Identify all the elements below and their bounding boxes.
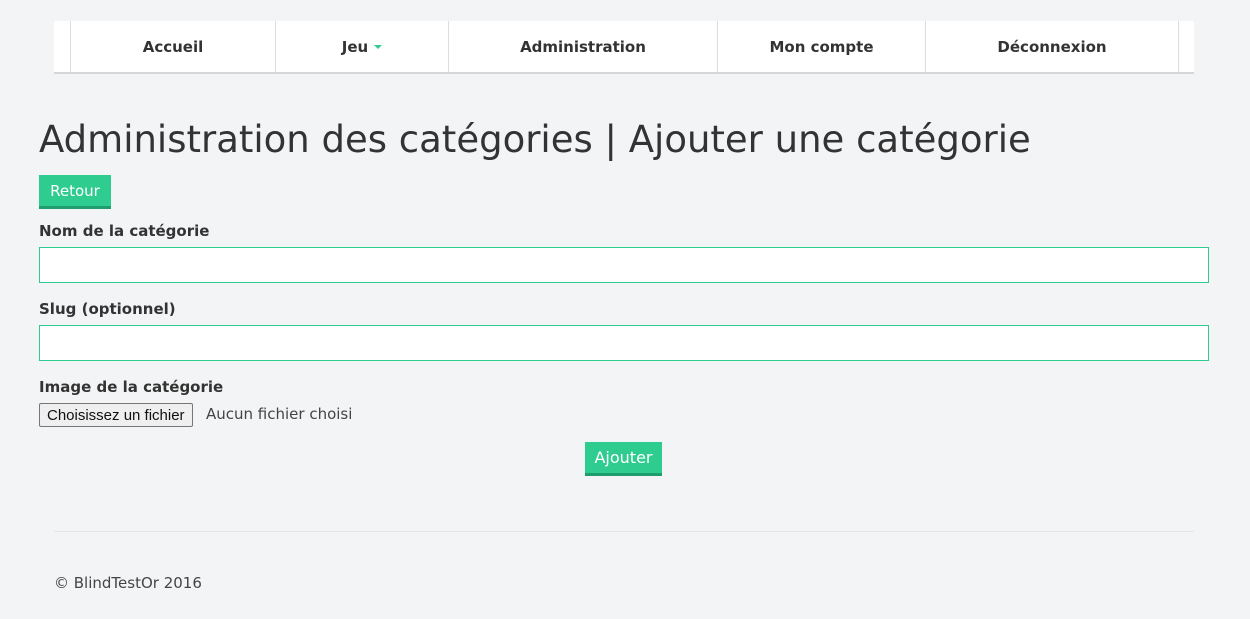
main-navbar: Accueil Jeu Administration Mon compte Dé… <box>54 21 1194 74</box>
choose-file-button[interactable]: Choisissez un fichier <box>39 403 193 427</box>
nav-item-label: Mon compte <box>769 37 874 56</box>
page-title: Administration des catégories | Ajouter … <box>39 118 1031 161</box>
nav-item-label: Administration <box>520 37 646 56</box>
nav-item-administration[interactable]: Administration <box>448 21 717 72</box>
nav-item-mon-compte[interactable]: Mon compte <box>717 21 925 72</box>
back-button[interactable]: Retour <box>39 175 111 209</box>
file-status-text: Aucun fichier choisi <box>206 405 353 423</box>
slug-input[interactable] <box>39 325 1209 361</box>
nav-item-jeu[interactable]: Jeu <box>275 21 448 72</box>
nav-divider <box>1178 21 1194 72</box>
caret-down-icon <box>374 44 383 49</box>
nav-item-label: Jeu <box>341 37 369 56</box>
footer-copyright: © BlindTestOr 2016 <box>54 574 202 592</box>
nav-item-accueil[interactable]: Accueil <box>70 21 275 72</box>
category-name-label: Nom de la catégorie <box>39 222 210 240</box>
nav-item-label: Accueil <box>142 37 204 56</box>
slug-label: Slug (optionnel) <box>39 300 176 318</box>
category-image-label: Image de la catégorie <box>39 378 224 396</box>
footer-divider <box>54 531 1194 532</box>
category-name-input[interactable] <box>39 247 1209 283</box>
submit-add-button[interactable]: Ajouter <box>585 442 662 476</box>
nav-item-label: Déconnexion <box>997 37 1107 56</box>
nav-item-deconnexion[interactable]: Déconnexion <box>925 21 1178 72</box>
